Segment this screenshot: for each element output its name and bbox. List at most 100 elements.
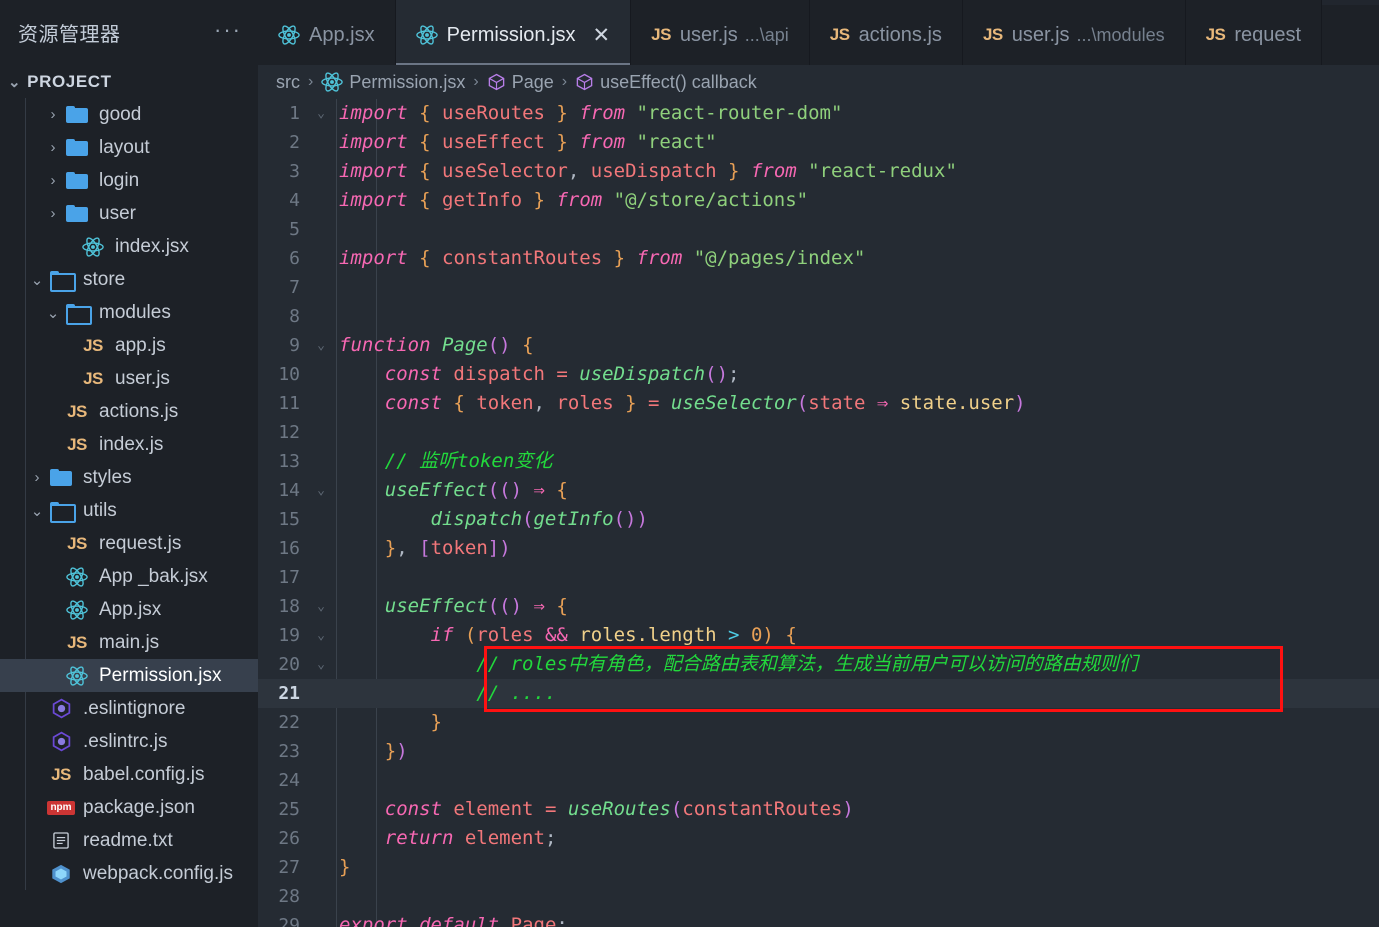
chevron-right-icon[interactable]: ›	[26, 469, 48, 486]
explorer-section-project[interactable]: ⌄ PROJECT	[0, 65, 258, 98]
tree-file-package-json[interactable]: npm package.json	[0, 791, 258, 824]
code-area[interactable]: 1 ⌄ import { useRoutes } from "react-route…	[258, 99, 1379, 927]
tree-folder-styles[interactable]: › styles	[0, 461, 258, 494]
code-line-27[interactable]: 27}	[258, 853, 1379, 882]
tree-folder-good[interactable]: › good	[0, 98, 258, 131]
chevron-right-icon[interactable]: ›	[42, 205, 64, 222]
tree-folder-store[interactable]: ⌄ store	[0, 263, 258, 296]
code-line-18[interactable]: 18 ⌄ useEffect(() ⇒ {	[258, 592, 1379, 621]
tree-file-app--bak-jsx[interactable]: App _bak.jsx	[0, 560, 258, 593]
tree-file-user-js[interactable]: JS user.js	[0, 362, 258, 395]
code-line-13[interactable]: 13 // 监听token变化	[258, 447, 1379, 476]
code-text: import { useEffect } from "react"	[339, 131, 717, 153]
tree-file-webpack-config-js[interactable]: webpack.config.js	[0, 857, 258, 890]
code-line-22[interactable]: 22 }	[258, 708, 1379, 737]
react-icon	[82, 236, 104, 258]
chevron-right-icon[interactable]: ›	[42, 106, 64, 123]
editor-tab-actions-js[interactable]: JS actions.js	[809, 0, 963, 65]
file-type-icon: JS	[64, 402, 90, 422]
chevron-down-icon[interactable]: ⌄	[26, 271, 48, 289]
editor-tab-user-js[interactable]: JS user.js ...\api	[631, 0, 810, 65]
tree-file-babel-config-js[interactable]: JS babel.config.js	[0, 758, 258, 791]
tree-file-readme-txt[interactable]: readme.txt	[0, 824, 258, 857]
chevron-down-icon[interactable]: ⌄	[26, 502, 48, 520]
code-line-4[interactable]: 4 import { getInfo } from "@/store/action…	[258, 186, 1379, 215]
code-line-19[interactable]: 19 ⌄ if (roles && roles.length > 0) {	[258, 621, 1379, 650]
chevron-down-icon[interactable]: ⌄	[42, 304, 64, 322]
folder-open-icon	[50, 271, 76, 292]
tree-item-label: request.js	[99, 532, 182, 554]
code-line-3[interactable]: 3 import { useSelector, useDispatch } fro…	[258, 157, 1379, 186]
tree-folder-login[interactable]: › login	[0, 164, 258, 197]
tree-file-index-jsx[interactable]: index.jsx	[0, 230, 258, 263]
line-number: 19	[278, 625, 300, 646]
code-line-8[interactable]: 8	[258, 302, 1379, 331]
tree-folder-layout[interactable]: › layout	[0, 131, 258, 164]
code-text: }	[339, 856, 351, 878]
line-number: 28	[278, 886, 300, 907]
fold-chevron-icon[interactable]: ⌄	[311, 476, 331, 505]
line-number: 11	[278, 393, 300, 414]
tree-file--eslintignore[interactable]: .eslintignore	[0, 692, 258, 725]
code-line-16[interactable]: 16 }, [token])	[258, 534, 1379, 563]
chevron-right-icon[interactable]: ›	[42, 172, 64, 189]
tree-file-main-js[interactable]: JS main.js	[0, 626, 258, 659]
file-type-icon: JS	[80, 336, 106, 356]
chevron-right-icon[interactable]: ›	[42, 139, 64, 156]
breadcrumb-item-page[interactable]: Page	[487, 72, 554, 93]
tree-folder-utils[interactable]: ⌄ utils	[0, 494, 258, 527]
breadcrumb-item-useeffect---callback[interactable]: useEffect() callback	[575, 72, 757, 93]
code-line-26[interactable]: 26 return element;	[258, 824, 1379, 853]
code-line-1[interactable]: 1 ⌄ import { useRoutes } from "react-route…	[258, 99, 1379, 128]
code-line-20[interactable]: 20 ⌄ // roles中有角色，配合路由表和算法，生成当前用户可以访问的路由规…	[258, 650, 1379, 679]
code-line-11[interactable]: 11 const { token, roles } = useSelector(…	[258, 389, 1379, 418]
tree-file-app-js[interactable]: JS app.js	[0, 329, 258, 362]
fold-chevron-icon[interactable]: ⌄	[311, 621, 331, 650]
code-line-7[interactable]: 7	[258, 273, 1379, 302]
tree-file--eslintrc-js[interactable]: .eslintrc.js	[0, 725, 258, 758]
code-line-14[interactable]: 14 ⌄ useEffect(() ⇒ {	[258, 476, 1379, 505]
breadcrumb-item-permission-jsx[interactable]: Permission.jsx	[321, 71, 465, 93]
code-line-28[interactable]: 28	[258, 882, 1379, 911]
explorer-more-icon[interactable]: ···	[214, 18, 242, 41]
code-line-29[interactable]: 29 export default Page;	[258, 911, 1379, 927]
code-line-12[interactable]: 12	[258, 418, 1379, 447]
code-editor: src › Permission.jsx › Page › useEffect() call…	[258, 65, 1379, 927]
code-line-21[interactable]: 21 // ....	[258, 679, 1379, 708]
code-line-15[interactable]: 15 dispatch(getInfo())	[258, 505, 1379, 534]
editor-tab-permission-jsx[interactable]: Permission.jsx ✕	[395, 0, 632, 65]
code-line-6[interactable]: 6 import { constantRoutes } from "@/pages…	[258, 244, 1379, 273]
tree-file-actions-js[interactable]: JS actions.js	[0, 395, 258, 428]
code-line-10[interactable]: 10 const dispatch = useDispatch();	[258, 360, 1379, 389]
editor-tab-user-js[interactable]: JS user.js ...\modules	[962, 0, 1186, 65]
tree-folder-user[interactable]: › user	[0, 197, 258, 230]
tree-item-label: layout	[99, 136, 150, 158]
tree-file-app-jsx[interactable]: App.jsx	[0, 593, 258, 626]
tree-file-index-js[interactable]: JS index.js	[0, 428, 258, 461]
fold-chevron-icon[interactable]: ⌄	[311, 592, 331, 621]
code-line-25[interactable]: 25 const element = useRoutes(constantRou…	[258, 795, 1379, 824]
tree-file-permission-jsx[interactable]: Permission.jsx	[0, 659, 258, 692]
folder-icon	[50, 469, 72, 486]
workbench: ⌄ PROJECT › good › layout › login › user index.j…	[0, 65, 1379, 927]
code-line-24[interactable]: 24	[258, 766, 1379, 795]
fold-chevron-icon[interactable]: ⌄	[311, 99, 331, 128]
editor-tab-request[interactable]: JS request	[1185, 0, 1323, 65]
fold-chevron-icon[interactable]: ⌄	[311, 650, 331, 679]
tree-folder-modules[interactable]: ⌄ modules	[0, 296, 258, 329]
file-type-icon	[64, 599, 90, 621]
code-line-17[interactable]: 17	[258, 563, 1379, 592]
code-line-5[interactable]: 5	[258, 215, 1379, 244]
fold-chevron-icon[interactable]: ⌄	[311, 331, 331, 360]
folder-icon	[66, 106, 88, 123]
close-icon[interactable]: ✕	[593, 25, 611, 46]
tree-item-label: app.js	[115, 334, 166, 356]
tree-file-request-js[interactable]: JS request.js	[0, 527, 258, 560]
tab-label: user.js	[1011, 23, 1070, 46]
code-text: }	[430, 711, 442, 733]
breadcrumb-item-src[interactable]: src	[276, 72, 300, 93]
code-line-2[interactable]: 2 import { useEffect } from "react"	[258, 128, 1379, 157]
code-line-9[interactable]: 9 ⌄ function Page() {	[258, 331, 1379, 360]
editor-tab-app-jsx[interactable]: App.jsx	[258, 0, 396, 65]
code-line-23[interactable]: 23 })	[258, 737, 1379, 766]
